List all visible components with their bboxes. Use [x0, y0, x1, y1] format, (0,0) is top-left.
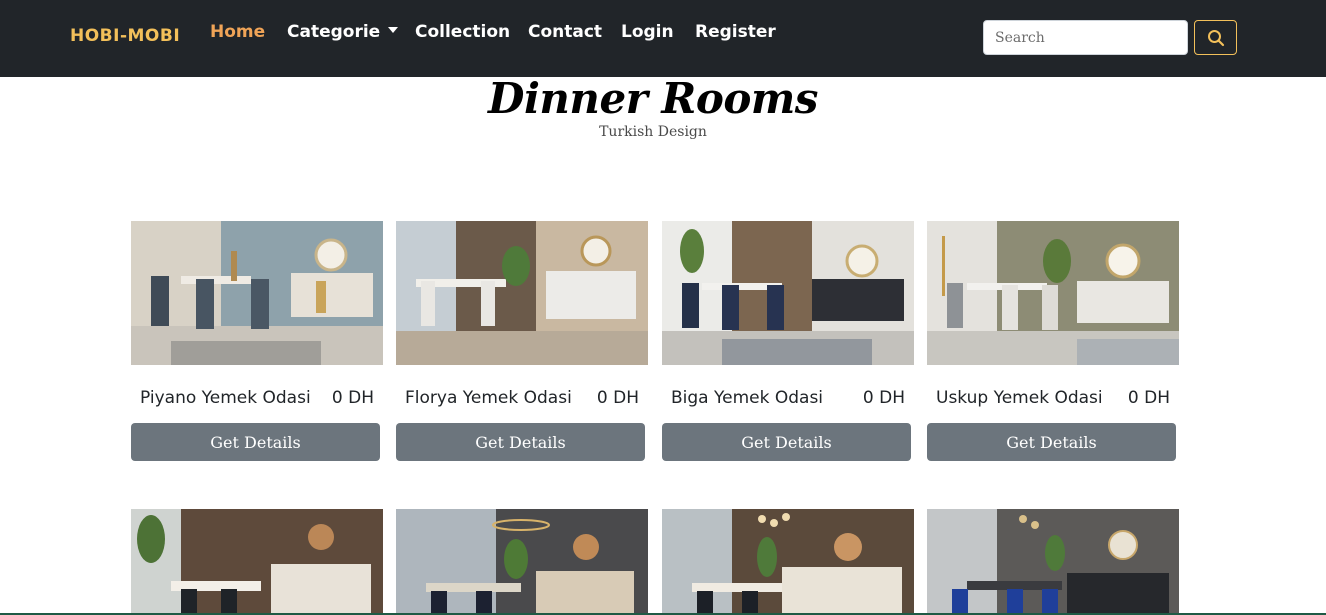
product-price: 0 DH: [596, 388, 639, 408]
product-image[interactable]: [131, 221, 383, 365]
navbar: HOBI-MOBI Home Categorie Collection Cont…: [0, 0, 1326, 77]
product-card: Florya Yemek Odasi 0 DH Get Details: [396, 221, 648, 461]
get-details-button[interactable]: Get Details: [662, 423, 911, 461]
product-card: Biga Yemek Odasi 0 DH Get Details: [662, 221, 914, 461]
search-input[interactable]: [983, 20, 1188, 55]
page-subtitle: Turkish Design: [599, 124, 707, 140]
search-icon: [1207, 29, 1224, 46]
product-card: [662, 509, 914, 615]
product-image[interactable]: [396, 221, 648, 365]
page-title: Dinner Rooms: [488, 74, 818, 123]
product-image[interactable]: [396, 509, 648, 615]
product-price: 0 DH: [1127, 388, 1170, 408]
nav-dropdown-categorie[interactable]: Categorie: [287, 22, 399, 42]
product-image[interactable]: [131, 509, 383, 615]
search-button[interactable]: [1194, 20, 1237, 55]
product-image[interactable]: [662, 221, 914, 365]
product-name: Florya Yemek Odasi: [405, 388, 572, 408]
nav-link-categorie-label: Categorie: [287, 22, 381, 42]
product-card: [131, 509, 383, 615]
nav-link-collection[interactable]: Collection: [415, 22, 510, 42]
product-name: Uskup Yemek Odasi: [936, 388, 1103, 408]
product-name: Biga Yemek Odasi: [671, 388, 824, 408]
caret-down-icon: [388, 27, 399, 33]
product-card: Uskup Yemek Odasi 0 DH Get Details: [927, 221, 1179, 461]
brand-logo[interactable]: HOBI-MOBI: [70, 26, 180, 46]
product-card: [927, 509, 1179, 615]
product-image[interactable]: [927, 509, 1179, 615]
product-name: Piyano Yemek Odasi: [140, 388, 311, 408]
product-card: Piyano Yemek Odasi 0 DH Get Details: [131, 221, 383, 461]
get-details-button[interactable]: Get Details: [396, 423, 645, 461]
nav-link-login[interactable]: Login: [621, 22, 674, 42]
get-details-button[interactable]: Get Details: [131, 423, 380, 461]
nav-link-register[interactable]: Register: [695, 22, 776, 42]
product-image[interactable]: [927, 221, 1179, 365]
get-details-button[interactable]: Get Details: [927, 423, 1176, 461]
nav-link-contact[interactable]: Contact: [528, 22, 602, 42]
product-card: [396, 509, 648, 615]
nav-link-home[interactable]: Home: [210, 22, 265, 42]
product-image[interactable]: [662, 509, 914, 615]
product-price: 0 DH: [331, 388, 374, 408]
product-price: 0 DH: [862, 388, 905, 408]
